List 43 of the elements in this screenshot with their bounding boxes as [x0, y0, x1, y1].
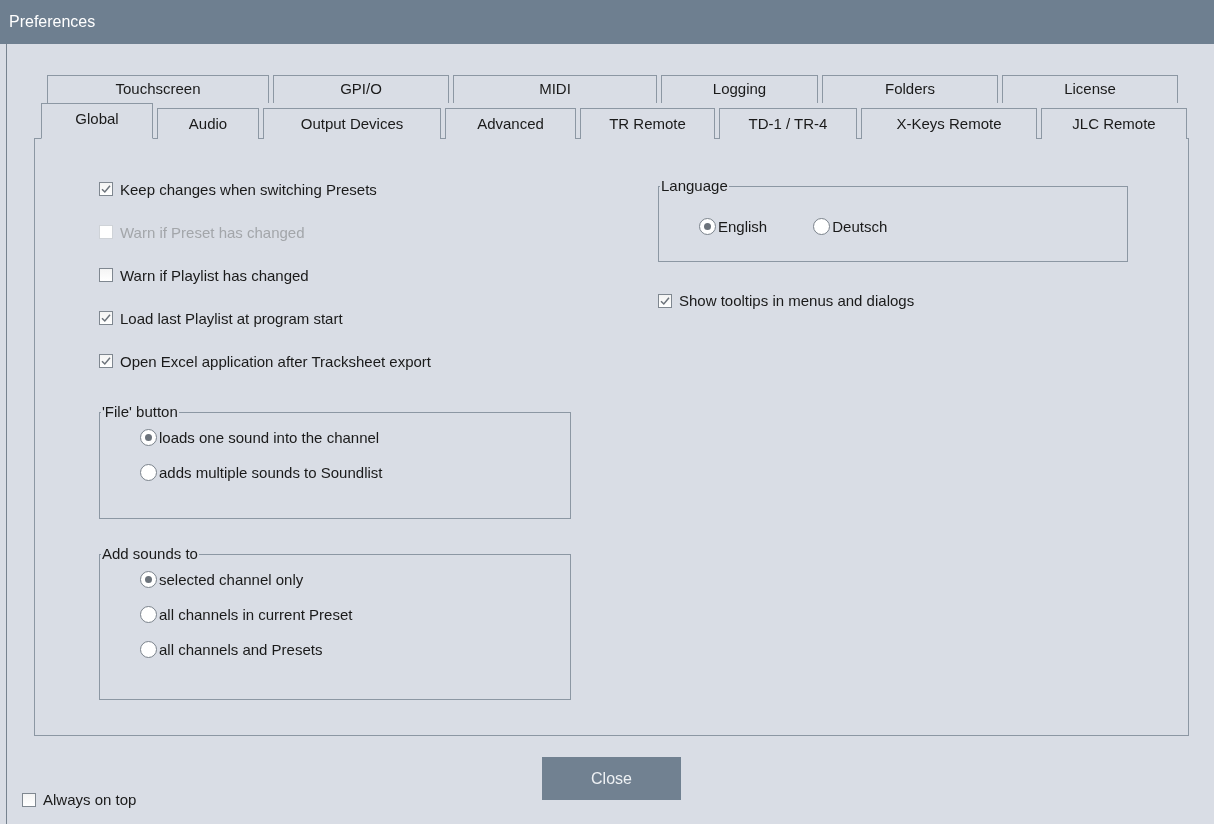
tab[interactable]: Logging [661, 75, 818, 103]
radio-label: loads one sound into the channel [159, 429, 380, 446]
tab[interactable]: MIDI [453, 75, 657, 103]
tab[interactable]: TD-1 / TR-4 [719, 108, 857, 139]
checkbox[interactable] [658, 293, 672, 308]
checkbox-label: Warn if Playlist has changed [120, 266, 309, 284]
checkbox[interactable] [99, 354, 113, 368]
checkbox-label: Warn if Preset has changed [120, 223, 305, 241]
tab[interactable]: GPI/O [273, 75, 449, 103]
tab[interactable]: Audio [157, 108, 259, 139]
radio-label: all channels and Presets [159, 641, 323, 658]
radio-label: Deutsch [832, 217, 888, 235]
checkbox-label: Show tooltips in menus and dialogs [679, 292, 915, 309]
checkbox-label: Open Excel application after Tracksheet export [120, 352, 431, 370]
tab[interactable]: Touchscreen [47, 75, 269, 103]
tab[interactable]: TR Remote [580, 108, 715, 139]
radio-button[interactable] [140, 641, 157, 658]
checkbox[interactable] [22, 792, 36, 807]
radio-button[interactable] [813, 217, 831, 235]
tab[interactable]: Folders [822, 75, 998, 103]
tab[interactable]: Output Devices [263, 108, 441, 139]
tab[interactable]: License [1002, 75, 1178, 103]
radio-button[interactable] [140, 429, 157, 446]
radio-button[interactable] [140, 571, 157, 588]
checkbox[interactable] [99, 311, 113, 325]
checkbox[interactable] [99, 268, 113, 282]
tab[interactable]: X-Keys Remote [861, 108, 1037, 139]
tab[interactable]: JLC Remote [1041, 108, 1187, 139]
radio-label: all channels in current Preset [159, 606, 353, 623]
radio-button[interactable] [699, 217, 716, 235]
close-button[interactable]: Close [542, 757, 681, 800]
tab[interactable]: Global [41, 103, 153, 139]
radio-label: English [718, 217, 768, 235]
tab[interactable]: Advanced [445, 108, 576, 139]
checkbox-label: Keep changes when switching Presets [120, 180, 377, 198]
radio-button[interactable] [140, 606, 157, 623]
radio-label: adds multiple sounds to Soundlist [159, 464, 383, 481]
radio-button[interactable] [140, 464, 157, 481]
radio-label: selected channel only [159, 571, 304, 588]
checkbox-label: Always on top [43, 791, 137, 808]
window-title: Preferences [0, 0, 1214, 44]
checkbox[interactable] [99, 182, 113, 196]
checkbox-label: Load last Playlist at program start [120, 309, 343, 327]
